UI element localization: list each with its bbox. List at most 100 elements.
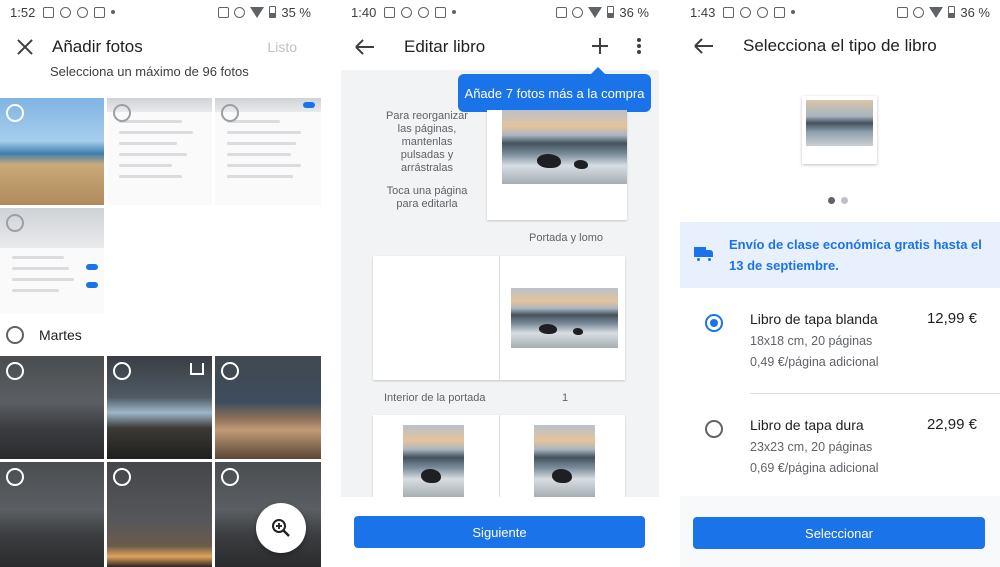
radio-unselected[interactable] bbox=[705, 420, 723, 438]
pager-dot[interactable] bbox=[841, 197, 848, 204]
app-icon bbox=[740, 6, 752, 18]
pinwheel-icon bbox=[418, 6, 430, 18]
add-icon[interactable] bbox=[589, 35, 611, 57]
select-circle-icon[interactable] bbox=[113, 468, 131, 486]
option-price: 12,99 € bbox=[926, 310, 977, 327]
option-name: Libro de tapa blanda bbox=[750, 311, 878, 327]
radio-selected[interactable] bbox=[705, 314, 723, 332]
page-spread[interactable] bbox=[373, 415, 625, 500]
select-circle-icon[interactable] bbox=[221, 104, 239, 122]
app-icon bbox=[401, 6, 413, 18]
do-not-disturb-icon bbox=[572, 6, 584, 18]
cover-photo bbox=[502, 110, 627, 184]
pinwheel-icon bbox=[77, 6, 89, 18]
more-notifications-icon bbox=[111, 10, 116, 14]
page-title: Añadir fotos bbox=[52, 37, 143, 56]
vibrate-icon bbox=[556, 6, 568, 18]
select-circle-icon[interactable] bbox=[6, 468, 24, 486]
battery-icon bbox=[269, 6, 277, 18]
page-number: 1 bbox=[562, 392, 569, 404]
app-icon bbox=[60, 6, 72, 18]
do-not-disturb-icon bbox=[913, 6, 925, 18]
day-label: Martes bbox=[39, 327, 82, 343]
close-icon[interactable] bbox=[14, 36, 36, 58]
add-photos-tooltip[interactable]: Añade 7 fotos más a la compra bbox=[458, 67, 651, 112]
zoom-in-icon bbox=[272, 519, 290, 537]
select-circle-icon[interactable] bbox=[6, 214, 24, 232]
inside-cover-spread[interactable] bbox=[373, 256, 625, 380]
selection-limit-text: Selecciona un máximo de 96 fotos bbox=[50, 64, 249, 79]
more-options-icon[interactable] bbox=[637, 38, 641, 54]
pinwheel-icon bbox=[757, 6, 769, 18]
wifi-icon bbox=[929, 6, 944, 18]
select-day-circle-icon[interactable] bbox=[6, 326, 24, 344]
gmail-icon bbox=[94, 6, 106, 18]
page-title: Editar libro bbox=[404, 37, 486, 56]
zoom-button[interactable] bbox=[256, 503, 306, 553]
photo-thumbnail[interactable] bbox=[0, 98, 104, 205]
notification-icons bbox=[43, 6, 116, 18]
option-price: 22,99 € bbox=[926, 416, 977, 433]
pager-dot-active[interactable] bbox=[828, 197, 835, 204]
select-book-type-screen: 1:43 36 % Selecciona el tipo de libro En… bbox=[680, 0, 1000, 567]
battery-percent: 36 % bbox=[619, 4, 649, 20]
back-arrow-icon[interactable] bbox=[693, 34, 717, 58]
paperback-option[interactable]: Libro de tapa blanda 12,99 € 18x18 cm, 2… bbox=[680, 300, 1000, 395]
option-extra-page-price: 0,49 €/página adicional bbox=[750, 355, 879, 369]
status-bar: 1:40 36 % bbox=[341, 0, 659, 24]
screenshot-thumbnail[interactable] bbox=[0, 208, 104, 314]
photo-thumbnail[interactable] bbox=[0, 356, 104, 459]
photo-thumbnail[interactable] bbox=[215, 356, 321, 459]
select-circle-icon[interactable] bbox=[221, 468, 239, 486]
top-app-bar: Añadir fotos Listo bbox=[0, 30, 321, 64]
reorder-hint: Para reorganizar las páginas, mantenlas … bbox=[386, 110, 468, 174]
photo-thumbnail[interactable] bbox=[107, 462, 212, 567]
next-button[interactable]: Siguiente bbox=[354, 516, 645, 548]
select-circle-icon[interactable] bbox=[113, 104, 131, 122]
shipping-banner: Envío de clase económica gratis hasta el… bbox=[680, 222, 1000, 288]
page-photo bbox=[511, 288, 618, 348]
option-size: 18x18 cm, 20 páginas bbox=[750, 334, 873, 348]
shipping-text: Envío de clase económica gratis hasta el… bbox=[729, 237, 982, 273]
page-photo bbox=[534, 425, 595, 497]
hardcover-option[interactable]: Libro de tapa dura 22,99 € 23x23 cm, 20 … bbox=[680, 406, 1000, 501]
preview-pager[interactable] bbox=[828, 197, 848, 204]
battery-percent: 35 % bbox=[281, 4, 311, 20]
select-button[interactable]: Seleccionar bbox=[693, 517, 985, 549]
select-circle-icon[interactable] bbox=[6, 362, 24, 380]
option-name: Libro de tapa dura bbox=[750, 417, 864, 433]
page-title: Selecciona el tipo de libro bbox=[743, 36, 937, 55]
book-preview[interactable] bbox=[802, 96, 877, 164]
vibrate-icon bbox=[218, 6, 230, 18]
notification-icons bbox=[723, 6, 796, 18]
edit-hint: Toca una página para editarla bbox=[386, 185, 468, 210]
status-bar: 1:43 36 % bbox=[680, 0, 1000, 24]
image-icon bbox=[723, 6, 735, 18]
select-circle-icon[interactable] bbox=[6, 104, 24, 122]
screenshot-thumbnail[interactable] bbox=[107, 98, 212, 205]
done-button[interactable]: Listo bbox=[267, 39, 297, 55]
wifi-icon bbox=[250, 6, 265, 18]
book-cover-image bbox=[806, 100, 873, 146]
more-notifications-icon bbox=[791, 10, 796, 14]
screenshot-thumbnail[interactable] bbox=[215, 98, 321, 205]
photo-thumbnail[interactable] bbox=[0, 462, 104, 567]
select-circle-icon[interactable] bbox=[113, 362, 131, 380]
battery-icon bbox=[607, 6, 615, 18]
photo-thumbnail[interactable] bbox=[107, 356, 212, 459]
top-app-bar: Editar libro bbox=[341, 30, 659, 64]
truck-icon bbox=[694, 247, 714, 262]
option-extra-page-price: 0,69 €/página adicional bbox=[750, 461, 879, 475]
image-icon bbox=[384, 6, 396, 18]
cover-page[interactable] bbox=[487, 110, 627, 220]
image-icon bbox=[43, 6, 55, 18]
do-not-disturb-icon bbox=[234, 6, 246, 18]
select-circle-icon[interactable] bbox=[221, 362, 239, 380]
status-time: 1:43 bbox=[690, 4, 716, 20]
back-arrow-icon[interactable] bbox=[354, 35, 378, 59]
wifi-icon bbox=[588, 6, 603, 18]
edit-book-screen: 1:40 36 % Editar libro Añade 7 fotos más… bbox=[341, 0, 659, 567]
status-time: 1:40 bbox=[351, 4, 377, 20]
notification-icons bbox=[384, 6, 457, 18]
battery-icon bbox=[948, 6, 956, 18]
